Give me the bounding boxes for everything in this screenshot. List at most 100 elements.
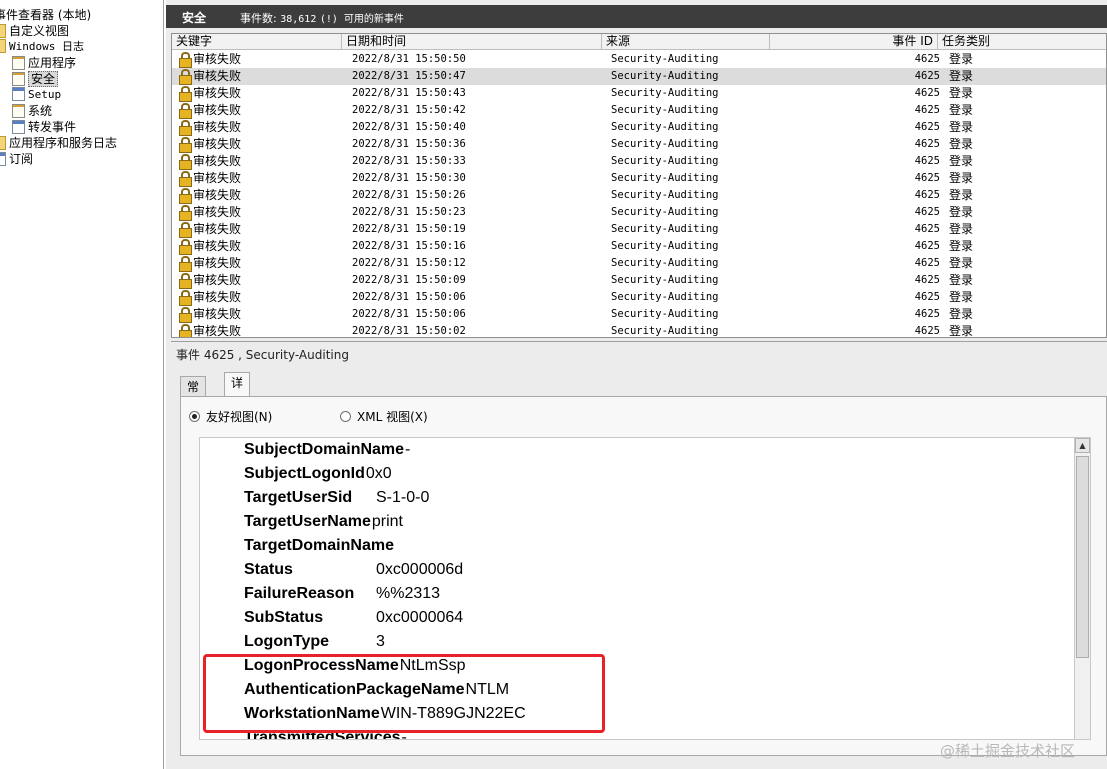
keyword-cell: 审核失败 [178, 136, 241, 153]
table-row[interactable]: 审核失败 2022/8/31 15:50:36 Security-Auditing 4… [172, 136, 1106, 153]
source-cell: Security-Auditing [611, 291, 719, 303]
source-cell: Security-Auditing [611, 240, 719, 252]
event-id-cell: 4625 [914, 172, 940, 184]
event-id-cell: 4625 [914, 206, 940, 218]
folder-icon [0, 39, 6, 53]
keyword-cell: 审核失败 [178, 221, 241, 238]
table-row[interactable]: 审核失败 2022/8/31 15:50:33 Security-Auditing 4… [172, 153, 1106, 170]
task-category-cell: 登录 [949, 307, 974, 321]
scrollbar-thumb[interactable] [1076, 456, 1089, 658]
lock-icon [178, 103, 192, 119]
source-cell: Security-Auditing [611, 138, 719, 150]
table-row[interactable]: 审核失败 2022/8/31 15:50:50 Security-Auditing 4… [172, 51, 1106, 68]
log-title-bar: 安全 事件数: 38,612 (!) 可用的新事件 [166, 5, 1107, 28]
keyword-cell: 审核失败 [178, 68, 241, 85]
keyword-text: 审核失败 [193, 205, 242, 219]
datetime-cell: 2022/8/31 15:50:06 [352, 308, 466, 320]
tree-item-application[interactable]: 应用程序 [12, 55, 76, 71]
datetime-cell: 2022/8/31 15:50:47 [352, 70, 466, 82]
navigation-tree: 事件查看器 (本地) 自定义视图 Windows 日志 应用程序 安全 Setu… [0, 0, 164, 769]
tree-item-forwarded-events[interactable]: 转发事件 [12, 119, 76, 135]
table-row[interactable]: 审核失败 2022/8/31 15:50:42 Security-Auditing 4… [172, 102, 1106, 119]
lock-icon [178, 52, 192, 68]
task-category-cell: 登录 [949, 86, 974, 100]
keyword-cell: 审核失败 [178, 170, 241, 187]
keyword-text: 审核失败 [193, 52, 242, 66]
tree-item-subscriptions[interactable]: 订阅 [0, 151, 33, 167]
datetime-cell: 2022/8/31 15:50:19 [352, 223, 466, 235]
datetime-cell: 2022/8/31 15:50:42 [352, 104, 466, 116]
tab-general[interactable]: 常规 [180, 376, 207, 414]
datetime-cell: 2022/8/31 15:50:12 [352, 257, 466, 269]
property-row: TargetUserNameprint [244, 510, 403, 534]
properties-scrollbar[interactable]: ▲ [1074, 437, 1091, 740]
task-category-cell: 登录 [949, 324, 974, 338]
keyword-text: 审核失败 [193, 137, 242, 151]
table-row[interactable]: 审核失败 2022/8/31 15:50:12 Security-Auditing 4… [172, 255, 1106, 272]
event-id-cell: 4625 [914, 121, 940, 133]
datetime-cell: 2022/8/31 15:50:43 [352, 87, 466, 99]
table-row[interactable]: 审核失败 2022/8/31 15:50:30 Security-Auditing 4… [172, 170, 1106, 187]
table-row[interactable]: 审核失败 2022/8/31 15:50:06 Security-Auditing 4… [172, 289, 1106, 306]
table-row[interactable]: 审核失败 2022/8/31 15:50:06 Security-Auditing 4… [172, 306, 1106, 323]
keyword-text: 审核失败 [193, 324, 242, 338]
tree-item-event-viewer[interactable]: 事件查看器 (本地) [0, 7, 91, 23]
tree-item-setup[interactable]: Setup [12, 87, 61, 103]
log-icon [12, 56, 25, 70]
event-id-cell: 4625 [914, 70, 940, 82]
tree-item-app-service-logs[interactable]: 应用程序和服务日志 [0, 135, 117, 151]
column-header-event-id[interactable]: 事件 ID [770, 34, 938, 50]
column-header-task-category[interactable]: 任务类别 [938, 34, 1106, 50]
keyword-text: 审核失败 [193, 307, 242, 321]
tree-item-label: 应用程序 [28, 56, 77, 70]
table-row[interactable]: 审核失败 2022/8/31 15:50:02 Security-Auditing 4… [172, 323, 1106, 338]
event-id-cell: 4625 [914, 274, 940, 286]
event-id-cell: 4625 [914, 87, 940, 99]
property-row: TargetUserSid S-1-0-0 [244, 486, 429, 510]
tree-item-custom-views[interactable]: 自定义视图 [0, 23, 69, 39]
lock-icon [178, 324, 192, 337]
keyword-text: 审核失败 [193, 290, 242, 304]
property-value: %%2313 [376, 585, 441, 602]
table-row[interactable]: 审核失败 2022/8/31 15:50:26 Security-Auditing 4… [172, 187, 1106, 204]
column-header-source[interactable]: 来源 [602, 34, 770, 50]
event-detail-title: 事件 4625 , Security-Auditing [176, 348, 349, 362]
xml-view-radio[interactable]: XML 视图(X) [340, 409, 428, 425]
task-category-cell: 登录 [949, 171, 974, 185]
folder-icon [0, 24, 6, 38]
table-row[interactable]: 审核失败 2022/8/31 15:50:19 Security-Auditing 4… [172, 221, 1106, 238]
table-row[interactable]: 审核失败 2022/8/31 15:50:47 Security-Auditing 4… [172, 68, 1106, 85]
table-row[interactable]: 审核失败 2022/8/31 15:50:40 Security-Auditing 4… [172, 119, 1106, 136]
watermark: @稀土掘金技术社区 [940, 742, 1076, 760]
table-row[interactable]: 审核失败 2022/8/31 15:50:09 Security-Auditing 4… [172, 272, 1106, 289]
column-header-datetime[interactable]: 日期和时间 [342, 34, 602, 50]
tree-item-system[interactable]: 系统 [12, 103, 52, 119]
scroll-up-arrow-icon[interactable]: ▲ [1075, 438, 1090, 453]
keyword-cell: 审核失败 [178, 323, 242, 338]
source-cell: Security-Auditing [611, 189, 719, 201]
event-id-cell: 4625 [914, 189, 940, 201]
tree-item-security[interactable]: 安全 [12, 71, 59, 87]
friendly-view-radio[interactable]: 友好视图(N) [189, 409, 272, 425]
lock-icon [178, 290, 192, 306]
task-category-cell: 登录 [949, 120, 974, 134]
tab-details[interactable]: 详细信息 [224, 372, 251, 450]
property-key: FailureReason [244, 585, 355, 602]
task-category-cell: 登录 [949, 239, 974, 253]
lock-icon [178, 307, 192, 323]
keyword-text: 审核失败 [193, 69, 242, 83]
keyword-cell: 审核失败 [178, 187, 241, 204]
pane-splitter[interactable] [171, 341, 1107, 342]
datetime-cell: 2022/8/31 15:50:09 [352, 274, 466, 286]
table-row[interactable]: 审核失败 2022/8/31 15:50:16 Security-Auditing 4… [172, 238, 1106, 255]
lock-icon [178, 171, 192, 187]
column-header-keyword[interactable]: 关键字 [172, 34, 342, 50]
datetime-cell: 2022/8/31 15:50:40 [352, 121, 466, 133]
tree-item-windows-logs[interactable]: Windows 日志 [0, 39, 84, 55]
tree-item-label: Windows 日志 [9, 40, 84, 53]
table-row[interactable]: 审核失败 2022/8/31 15:50:43 Security-Auditing 4… [172, 85, 1106, 102]
keyword-cell: 审核失败 [178, 102, 241, 119]
lock-icon [178, 137, 192, 153]
event-id-cell: 4625 [914, 325, 940, 337]
table-row[interactable]: 审核失败 2022/8/31 15:50:23 Security-Auditing 4… [172, 204, 1106, 221]
